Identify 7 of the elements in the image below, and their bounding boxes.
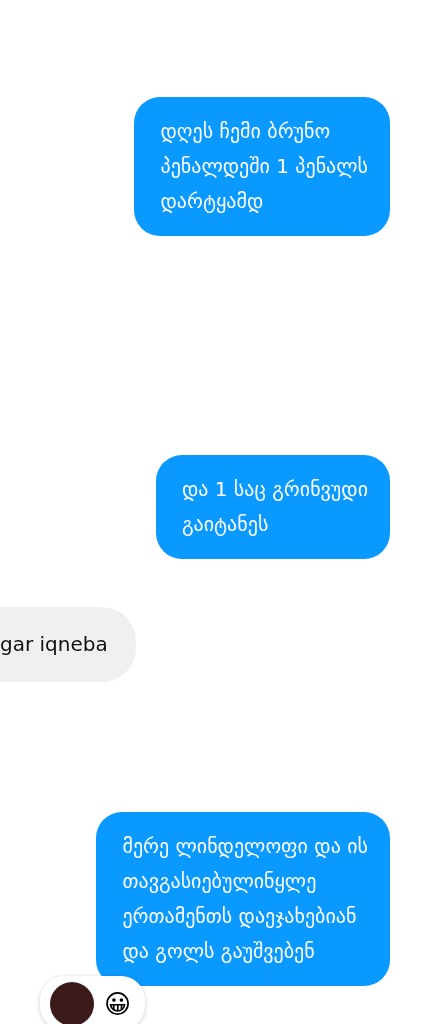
sent-message: და 1 საც გრინვუდი გაიტანეს	[155, 455, 390, 559]
sent-message: მერე ლინდელოფი და ის თავგასიებულინყლე ერთამენთს დაეჯახებიან და გოლს გაუშვებენ	[96, 812, 390, 986]
reaction-emoji: 😀	[104, 989, 132, 1019]
received-message: gar iqneba	[0, 607, 136, 682]
reaction-pill[interactable]: 😀	[40, 976, 146, 1024]
sent-message: დღეს ჩემი ბრუნო პენალდეში 1 პენალს დარტყამდ	[134, 97, 390, 236]
avatar	[50, 982, 94, 1024]
